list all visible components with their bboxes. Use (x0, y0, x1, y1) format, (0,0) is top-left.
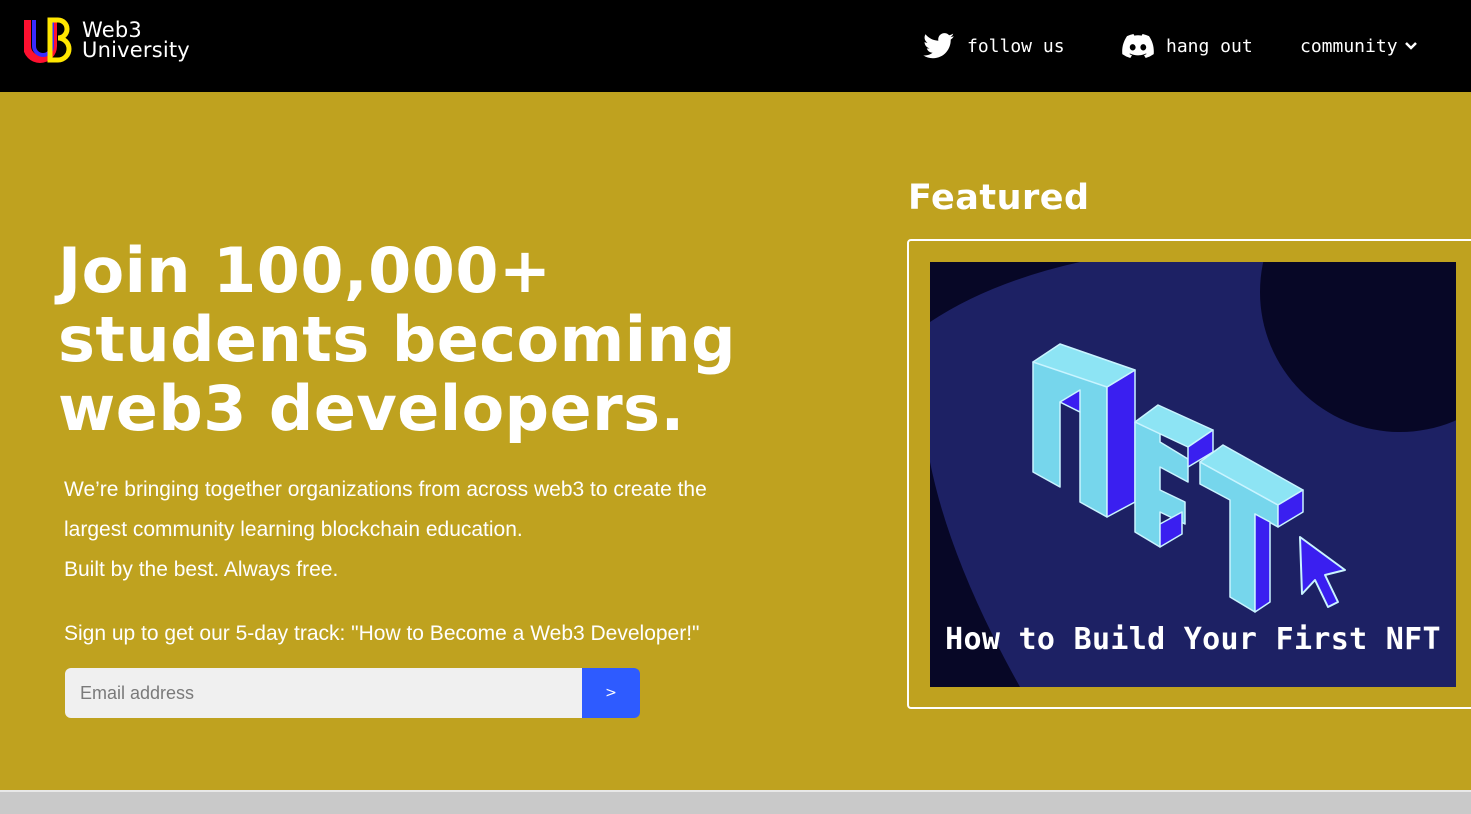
description-line-1: We’re bringing together organizations fr… (64, 478, 707, 501)
email-submit-button[interactable]: > (582, 668, 640, 718)
email-input[interactable] (65, 668, 582, 718)
discord-icon (1122, 34, 1154, 58)
chevron-down-icon (1404, 42, 1417, 50)
description-line-3: Built by the best. Always free. (64, 558, 339, 581)
description-line-2: largest community learning blockchain ed… (64, 518, 523, 541)
headline-line-3: web3 developers. (58, 372, 685, 445)
top-nav-bar: Web3 University follow us hang out commu… (0, 0, 1471, 92)
community-label: community (1300, 35, 1398, 57)
hang-out-label: hang out (1166, 35, 1253, 57)
logo-text-line-1: Web3 (82, 18, 142, 42)
follow-us-label: follow us (967, 35, 1065, 57)
hero-headline: Join 100,000+ students becoming web3 dev… (58, 236, 818, 443)
signup-prompt: Sign up to get our 5-day track: "How to … (64, 622, 700, 645)
community-dropdown[interactable]: community (1300, 0, 1418, 92)
follow-us-link[interactable]: follow us (923, 0, 1065, 92)
bottom-scroll-edge (0, 790, 1471, 814)
logo-text: Web3 University (82, 18, 190, 62)
logo-mark-icon (23, 16, 72, 64)
hero-description: We’re bringing together organizations fr… (64, 470, 784, 590)
web3-university-logo[interactable]: Web3 University (23, 16, 190, 64)
hang-out-link[interactable]: hang out (1122, 0, 1253, 92)
featured-card-image: How to Build Your First NFT (930, 262, 1456, 687)
featured-card[interactable]: How to Build Your First NFT (907, 239, 1471, 709)
twitter-icon (923, 33, 955, 59)
featured-heading: Featured (908, 178, 1090, 218)
logo-text-line-2: University (82, 38, 190, 62)
headline-line-2: students becoming (58, 303, 737, 376)
featured-card-caption: How to Build Your First NFT (945, 622, 1441, 657)
headline-line-1: Join 100,000+ (58, 234, 552, 307)
